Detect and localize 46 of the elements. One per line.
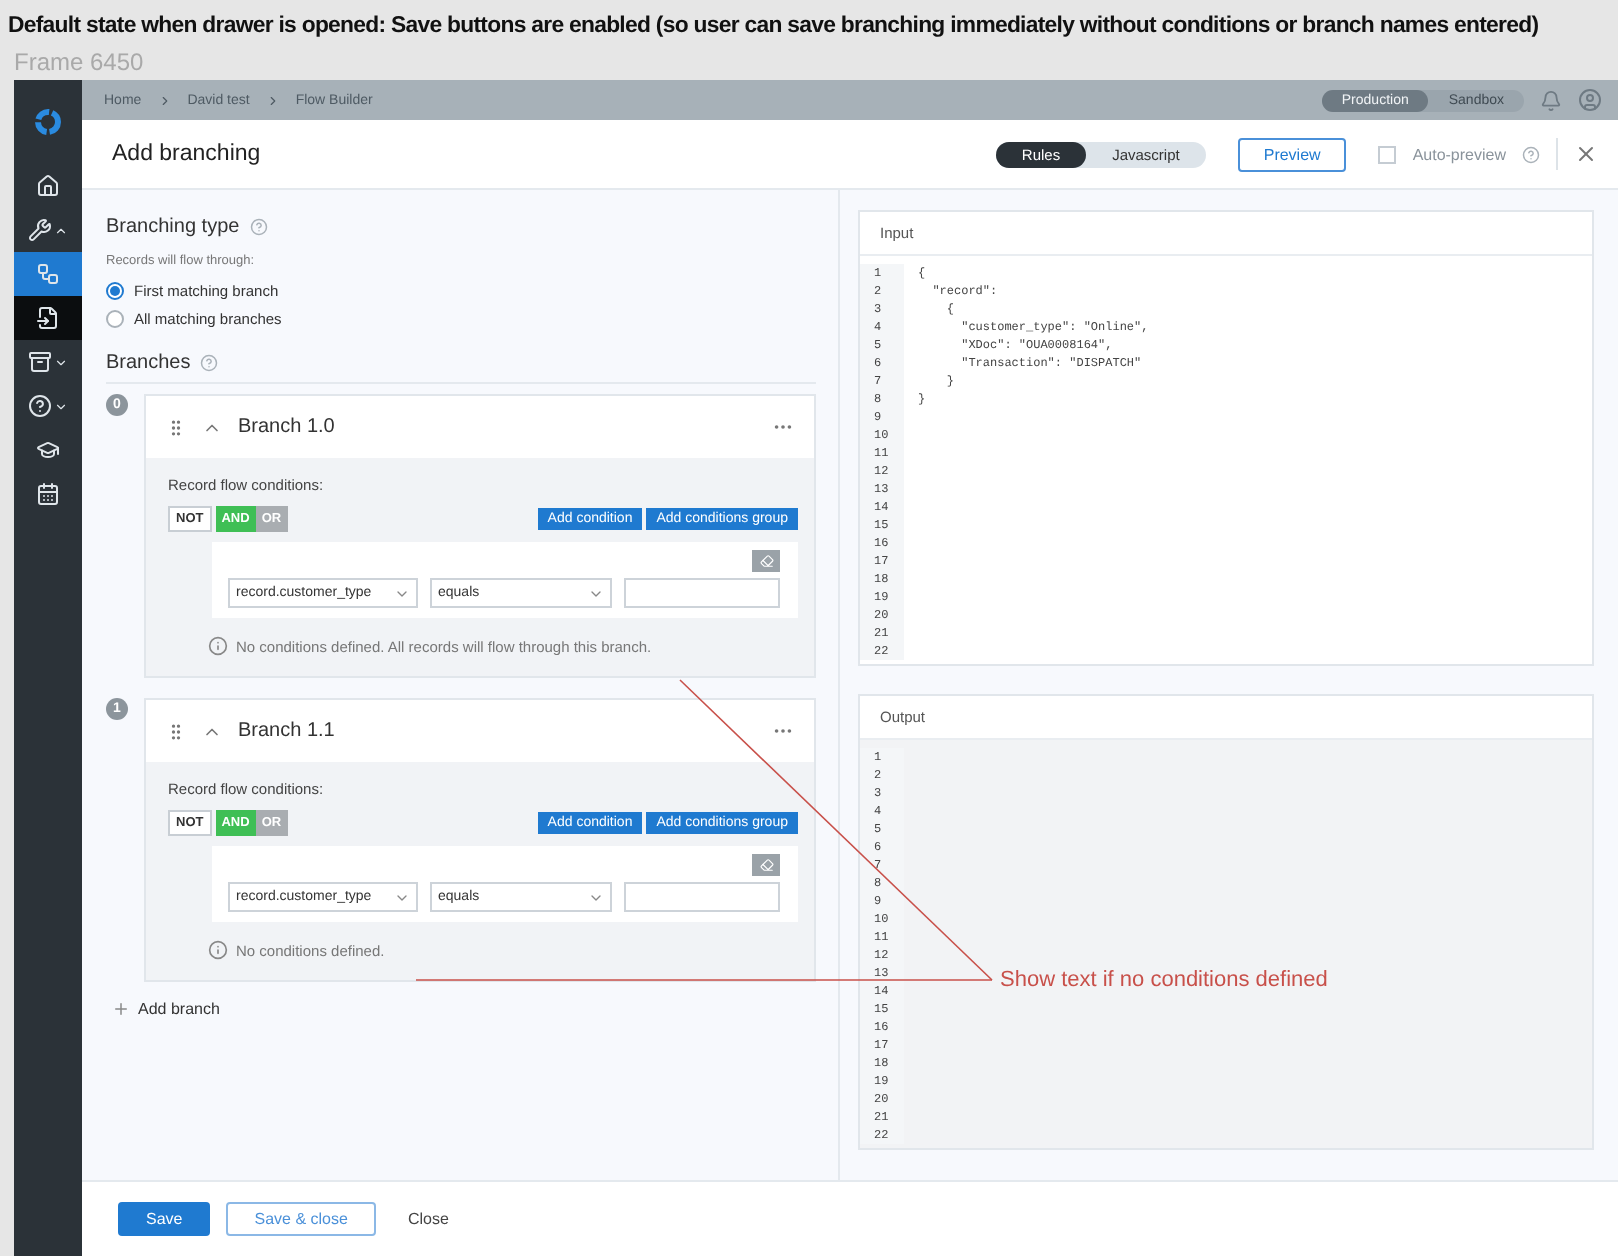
auto-preview-checkbox[interactable]: [1378, 145, 1397, 163]
home-icon: [36, 174, 60, 198]
bell-icon: [1540, 89, 1562, 111]
wrench-icon: [28, 218, 52, 242]
section-title: Branches: [106, 352, 191, 374]
save-button[interactable]: Save: [118, 1202, 211, 1236]
value-input[interactable]: [624, 578, 780, 608]
add-branch-button[interactable]: Add branch: [106, 992, 220, 1018]
frame-label: Frame 6450: [12, 48, 146, 80]
chevron-icon: [157, 93, 172, 107]
save-close-button[interactable]: Save & close: [226, 1202, 376, 1236]
archive-icon: [28, 350, 52, 374]
preview-button[interactable]: Preview: [1237, 137, 1347, 171]
plus-icon: [112, 1000, 130, 1018]
close-button[interactable]: Close: [391, 1204, 465, 1234]
flow-icon: [36, 262, 60, 286]
drawer-title: Add branching: [112, 142, 261, 166]
logo-icon: [34, 108, 62, 136]
eraser-icon: [759, 858, 773, 872]
branch-name: Branch 1.1: [238, 720, 335, 742]
help-icon: [249, 218, 268, 236]
value-input[interactable]: [624, 882, 780, 912]
drag-handle-icon: [166, 721, 186, 741]
help-icon: [28, 394, 52, 418]
sidebar-item[interactable]: [14, 296, 82, 340]
chevron-icon: [265, 93, 280, 107]
info-icon: [208, 636, 228, 656]
close-icon[interactable]: [1574, 142, 1598, 166]
file-import-icon: [36, 306, 60, 330]
help-icon: [1522, 145, 1540, 163]
user-icon: [1578, 88, 1602, 112]
drag-handle-icon: [166, 417, 186, 437]
radio-button[interactable]: [106, 309, 124, 327]
clear-button[interactable]: [752, 854, 780, 876]
calendar-icon: [36, 482, 60, 506]
help-icon: [200, 354, 219, 372]
caption: Default state when drawer is opened: Save buttons are enabled (so user can save branching immediately without conditions or branch names entered): [6, 12, 1541, 42]
clear-button[interactable]: [752, 550, 780, 572]
annotation-note: Show text if no conditions defined: [1000, 968, 1328, 992]
section-title: Branching type: [106, 216, 240, 238]
branch-name: Branch 1.0: [238, 416, 335, 438]
eraser-icon: [759, 554, 773, 568]
info-icon: [208, 940, 228, 960]
radio-button[interactable]: [106, 281, 124, 299]
auto-preview-label: Auto-preview: [1412, 145, 1506, 163]
graduation-cap-icon: [36, 438, 60, 462]
